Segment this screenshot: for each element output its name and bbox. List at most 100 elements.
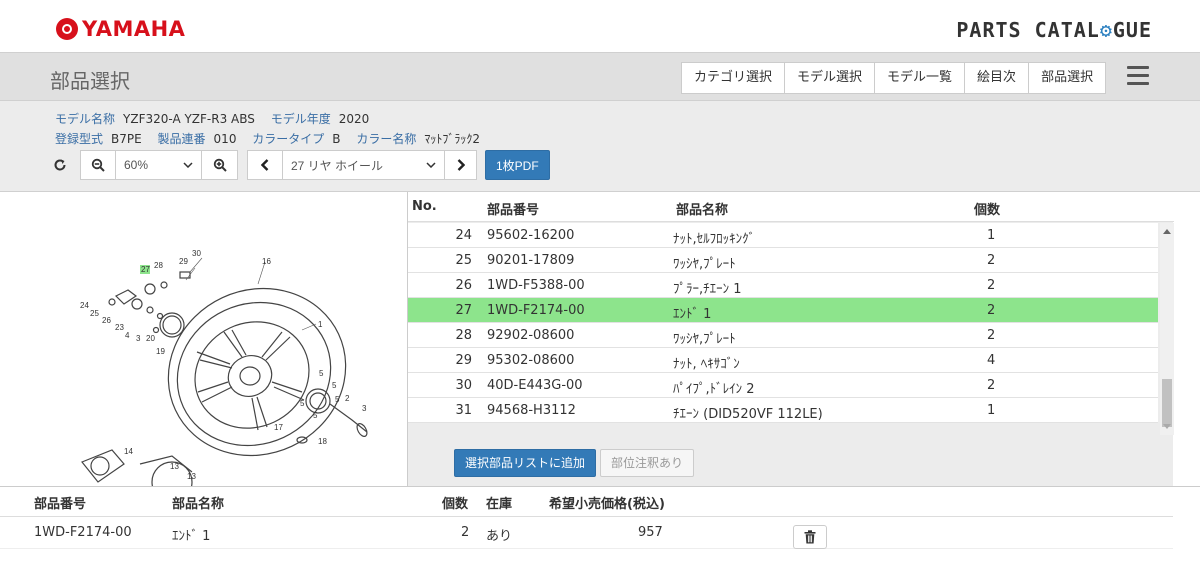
delete-button[interactable] <box>793 525 827 549</box>
yamaha-emblem-icon <box>56 18 78 40</box>
scroll-up-icon[interactable] <box>1163 229 1171 234</box>
zoom-select[interactable]: 60% <box>116 150 202 180</box>
part-annotation-button[interactable]: 部位注釈あり <box>600 449 695 477</box>
callout-25[interactable]: 25 <box>90 309 99 318</box>
tab-illustration-index[interactable]: 絵目次 <box>965 63 1030 93</box>
zoom-out-button[interactable] <box>80 150 116 180</box>
col-no-header: No. <box>412 199 437 214</box>
zoom-out-icon <box>91 158 105 172</box>
sel-qty: 2 <box>461 525 470 540</box>
callout-16[interactable]: 16 <box>262 257 271 266</box>
model-year-label: モデル年度 <box>270 112 331 126</box>
table-row[interactable]: 29 95302-08600 ﾅｯﾄ, ﾍｷｻｺﾞﾝ 4 <box>408 348 1158 373</box>
callout-2[interactable]: 2 <box>345 394 350 403</box>
row-part-number: 90201-17809 <box>487 253 575 268</box>
table-row[interactable]: 28 92902-08600 ﾜｯｼﾔ,ﾌﾟﾚｰﾄ 2 <box>408 323 1158 348</box>
callout-18[interactable]: 18 <box>318 437 327 446</box>
callout-5a[interactable]: 5 <box>319 369 324 378</box>
callout-5b[interactable]: 5 <box>332 381 337 390</box>
control-panel: 部品選択 カテゴリ選択 モデル選択 モデル一覧 絵目次 部品選択 モデル名称 YZ… <box>0 52 1200 192</box>
row-part-name: ﾜｯｼﾔ,ﾌﾟﾚｰﾄ <box>673 257 736 272</box>
table-scrollbar[interactable] <box>1160 223 1174 435</box>
callout-20[interactable]: 20 <box>146 334 155 343</box>
tab-parts-select[interactable]: 部品選択 <box>1029 63 1106 93</box>
callout-5d[interactable]: 5 <box>300 399 305 408</box>
table-row[interactable]: 30 40D-E443G-00 ﾊﾟｲﾌﾟ,ﾄﾞﾚｲﾝ 2 2 <box>408 373 1158 398</box>
callout-3[interactable]: 3 <box>136 334 141 343</box>
callout-3b[interactable]: 3 <box>362 404 367 413</box>
yamaha-logo[interactable]: YAMAHA <box>56 17 185 41</box>
sel-part-number: 1WD-F2174-00 <box>34 525 132 540</box>
nav-tabs: カテゴリ選択 モデル選択 モデル一覧 絵目次 部品選択 <box>681 62 1107 94</box>
tab-model-list[interactable]: モデル一覧 <box>875 63 966 93</box>
add-to-selection-button[interactable]: 選択部品リストに追加 <box>454 449 597 477</box>
model-year-value: 2020 <box>338 112 370 126</box>
row-part-number: 1WD-F5388-00 <box>487 278 585 293</box>
callout-26[interactable]: 26 <box>102 316 111 325</box>
row-no: 29 <box>455 353 472 368</box>
model-name-label: モデル名称 <box>55 112 116 126</box>
callout-14[interactable]: 14 <box>124 447 133 456</box>
tab-model-select[interactable]: モデル選択 <box>785 63 876 93</box>
table-row[interactable]: 25 90201-17809 ﾜｯｼﾔ,ﾌﾟﾚｰﾄ 2 <box>408 248 1158 273</box>
row-no: 25 <box>455 253 472 268</box>
table-row[interactable]: 31 94568-H3112 ﾁｴｰﾝ (DID520VF 112LE) 1 <box>408 398 1158 423</box>
callout-29[interactable]: 29 <box>179 257 188 266</box>
color-name-label: カラー名称 <box>356 132 417 146</box>
row-qty: 1 <box>987 228 996 243</box>
callout-19[interactable]: 19 <box>156 347 165 356</box>
parts-table-header: No. 部品番号 部品名称 個数 <box>408 192 1174 222</box>
scroll-thumb[interactable] <box>1162 379 1172 427</box>
callout-1[interactable]: 1 <box>318 320 323 329</box>
chevron-down-icon <box>183 162 193 168</box>
single-pdf-button[interactable]: 1枚PDF <box>485 150 550 180</box>
reset-button[interactable] <box>46 150 74 180</box>
prev-figure-button[interactable] <box>247 150 283 180</box>
selected-parts-list: 部品番号 部品名称 個数 在庫 希望小売価格(税込) 1WD-F2174-00 … <box>0 486 1200 562</box>
sel-col-qty: 個数 <box>442 497 469 512</box>
callout-27[interactable]: 27 <box>141 265 150 274</box>
trash-icon <box>804 530 816 544</box>
row-part-number: 40D-E443G-00 <box>487 378 583 393</box>
row-part-name: ﾅｯﾄ, ﾍｷｻｺﾞﾝ <box>673 357 740 372</box>
scroll-down-icon[interactable] <box>1163 424 1171 429</box>
row-part-number: 94568-H3112 <box>487 403 576 418</box>
chevron-left-icon <box>261 159 269 171</box>
tab-category-select[interactable]: カテゴリ選択 <box>682 63 786 93</box>
top-header: YAMAHA PARTS CATAL⚙GUE <box>0 0 1200 52</box>
callout-13a[interactable]: 13 <box>170 462 179 471</box>
callout-23[interactable]: 23 <box>115 323 124 332</box>
row-no: 27 <box>455 303 472 318</box>
callout-13b[interactable]: 13 <box>187 472 196 481</box>
diagram-toolbar: 60% 27 リヤ ホイール 1枚PDF <box>46 150 550 180</box>
callout-5c[interactable]: 5 <box>335 395 340 404</box>
page-header: 部品選択 カテゴリ選択 モデル選択 モデル一覧 絵目次 部品選択 <box>0 53 1200 101</box>
col-part-number-header: 部品番号 <box>487 203 540 218</box>
next-figure-button[interactable] <box>445 150 477 180</box>
serial-value: 010 <box>213 132 237 146</box>
sel-price: 957 <box>638 525 663 540</box>
table-row[interactable]: 26 1WD-F5388-00 ﾌﾟﾗｰ,ﾁｴｰﾝ 1 2 <box>408 273 1158 298</box>
sel-col-part-number: 部品番号 <box>34 497 87 512</box>
callout-24[interactable]: 24 <box>80 301 89 310</box>
parts-diagram[interactable]: 30 29 28 27 16 24 25 26 23 4 3 20 19 1 5… <box>32 192 406 486</box>
table-row[interactable]: 27 1WD-F2174-00 ｴﾝﾄﾞ 1 2 <box>408 298 1158 323</box>
sel-part-name: ｴﾝﾄﾞ 1 <box>172 529 211 544</box>
model-info-line-2: 登録型式 B7PE 製品連番 010 カラータイプ B カラー名称 ﾏｯﾄﾌﾞﾗｯｸ2 <box>55 130 492 147</box>
callout-17[interactable]: 17 <box>274 423 283 432</box>
row-qty: 2 <box>987 328 996 343</box>
figure-select[interactable]: 27 リヤ ホイール <box>283 150 445 180</box>
callout-4[interactable]: 4 <box>125 331 130 340</box>
row-part-name: ｴﾝﾄﾞ 1 <box>673 307 712 322</box>
callout-30[interactable]: 30 <box>192 249 201 258</box>
row-part-name: ﾁｴｰﾝ (DID520VF 112LE) <box>673 407 823 422</box>
zoom-in-button[interactable] <box>202 150 238 180</box>
row-part-name: ﾊﾟｲﾌﾟ,ﾄﾞﾚｲﾝ 2 <box>673 382 755 397</box>
callout-28[interactable]: 28 <box>154 261 163 270</box>
callout-5e[interactable]: 5 <box>313 411 318 420</box>
row-no: 30 <box>455 378 472 393</box>
menu-icon[interactable] <box>1127 66 1149 86</box>
catalogue-title: PARTS CATAL⚙GUE <box>956 18 1152 42</box>
selected-parts-header: 部品番号 部品名称 個数 在庫 希望小売価格(税込) <box>0 487 1173 517</box>
table-row[interactable]: 24 95602-16200 ﾅｯﾄ,ｾﾙﾌﾛｯｷﾝｸﾞ 1 <box>408 223 1158 248</box>
